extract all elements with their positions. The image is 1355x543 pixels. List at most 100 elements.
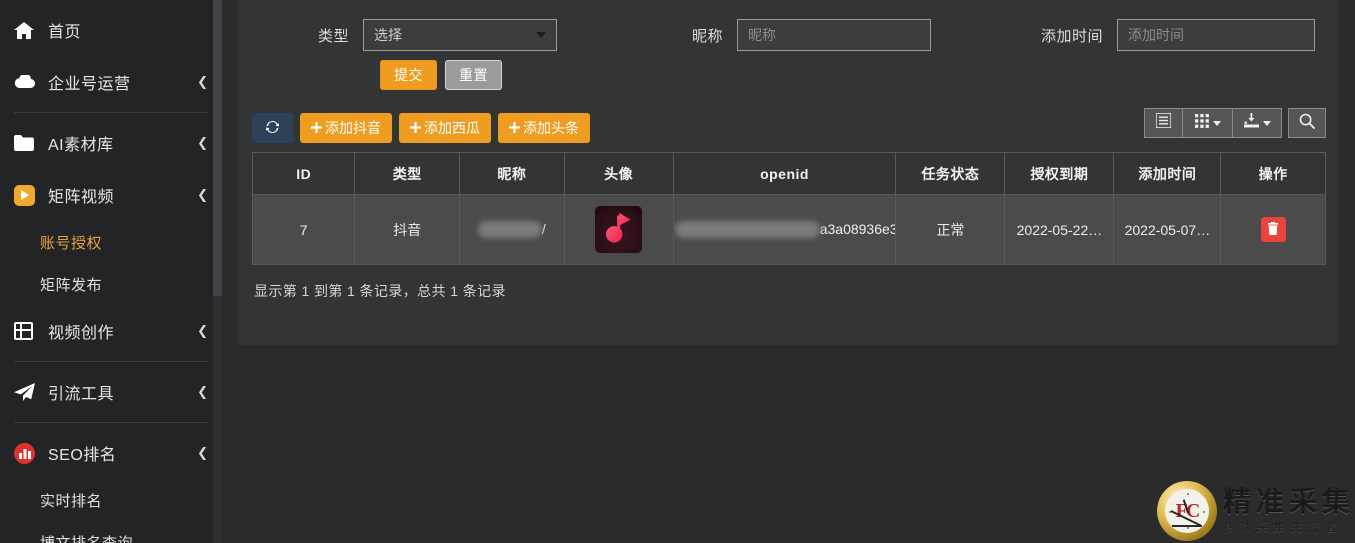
refresh-icon [265,120,280,137]
sidebar-item-label: AI素材库 [48,137,114,154]
sidebar-item-ai-library[interactable]: AI素材库 ❮ [0,117,222,169]
type-select[interactable]: 选择 [363,19,558,51]
table-toolbar: 添加抖音 添加西瓜 添加头条 [252,108,1326,148]
table-wrapper: ID 类型 昵称 头像 openid 任务状态 授权到期 添加时间 操作 7 抖… [251,152,1326,301]
delete-button[interactable] [1260,217,1286,242]
sidebar-subitem-label: 矩阵发布 [40,276,103,294]
watermark-logo-text: FC [1175,499,1201,522]
watermark: FC 精准采集 移动采集先行者 [1156,481,1355,541]
col-add-time: 添加时间 [1113,152,1222,195]
sidebar-divider [14,361,208,362]
sidebar-item-realtime-ranking[interactable]: 实时排名 [0,479,222,521]
clock-hand-long [1170,510,1202,527]
chevron-left-icon: ❮ [197,135,208,151]
add-douyin-button[interactable]: 添加抖音 [300,113,392,143]
sidebar-divider [14,112,208,113]
add-douyin-label: 添加抖音 [325,120,381,136]
clock-face: FC [1164,489,1209,533]
plus-icon [509,120,520,136]
sidebar-item-traffic-tools[interactable]: 引流工具 ❮ [0,366,222,418]
chevron-left-icon: ❮ [197,74,208,90]
filter-bar: 类型 选择 昵称 昵称 添加时间 添加时间 [238,0,1338,56]
sidebar-item-home[interactable]: 首页 [0,4,222,56]
sidebar: 首页 企业号运营 ❮ AI素材库 ❮ 矩阵视频 ❮ 账号授权 矩阵发布 视频创作… [0,0,222,543]
cell-id: 7 [251,194,356,265]
cell-type: 抖音 [354,194,461,265]
col-type: 类型 [354,152,461,195]
filter-type-label: 类型 [318,27,350,45]
trash-icon [1267,221,1279,238]
sidebar-subitem-label: 实时排名 [40,492,103,510]
refresh-button[interactable] [252,113,293,143]
cell-task-status: 正常 [895,194,1006,265]
clock-ticks [1168,492,1206,530]
sidebar-item-matrix-publish[interactable]: 矩阵发布 [0,263,222,305]
filter-addtime-group: 添加时间 添加时间 [1041,19,1316,51]
export-button[interactable] [1232,108,1282,138]
sidebar-scrollbar-thumb[interactable] [213,0,222,296]
type-select-value: 选择 [374,27,403,43]
content-panel: 类型 选择 昵称 昵称 添加时间 添加时间 提交 重置 添加抖音 添加西瓜 添加… [238,0,1338,345]
sidebar-item-label: SEO排名 [48,447,117,464]
chevron-down-icon [1262,120,1271,126]
filter-nickname-group: 昵称 昵称 [692,19,932,51]
columns-button[interactable] [1182,108,1232,138]
play-badge-icon [14,184,40,206]
watermark-text: 精准采集 移动采集先行者 [1223,487,1355,534]
openid-visible: a3a08936e39 [819,220,895,237]
add-xigua-button[interactable]: 添加西瓜 [399,113,491,143]
watermark-title: 精准采集 [1222,485,1355,519]
reset-button[interactable]: 重置 [445,60,502,90]
add-xigua-label: 添加西瓜 [424,120,480,136]
nickname-input[interactable]: 昵称 [737,19,932,51]
submit-button[interactable]: 提交 [380,60,437,90]
sidebar-item-video-creation[interactable]: 视频创作 ❮ [0,305,222,357]
search-button[interactable] [1288,108,1326,138]
cell-avatar [563,194,674,265]
sidebar-scrollbar-track[interactable] [213,0,222,543]
toolbar-right [1144,108,1326,138]
col-action: 操作 [1220,152,1326,195]
sidebar-item-label: 视频创作 [48,325,115,342]
sidebar-item-account-auth[interactable]: 账号授权 [0,221,222,263]
col-task-status: 任务状态 [895,152,1006,195]
add-toutiao-button[interactable]: 添加头条 [498,113,590,143]
filter-buttons: 提交 重置 [380,60,1338,90]
cell-openid: a3a08936e39 [672,194,897,265]
addtime-input[interactable]: 添加时间 [1117,19,1316,51]
accounts-table: ID 类型 昵称 头像 openid 任务状态 授权到期 添加时间 操作 7 抖… [251,152,1326,265]
sidebar-item-label: 企业号运营 [48,76,131,93]
table-footer-info: 显示第 1 到第 1 条记录，总共 1 条记录 [254,283,506,299]
sidebar-item-matrix-video[interactable]: 矩阵视频 ❮ [0,169,222,221]
col-auth-expire: 授权到期 [1004,152,1115,195]
list-view-button[interactable] [1144,108,1182,138]
plus-icon [410,120,421,136]
home-icon [14,20,40,40]
col-openid: openid [672,152,897,195]
filter-type-group: 类型 选择 [318,19,558,51]
chart-badge-icon [14,442,40,464]
table-row[interactable]: 7 抖音 / a3a08936e 正常 2022-05-22… 2022-05-… [251,194,1326,265]
filter-nickname-label: 昵称 [692,27,724,45]
col-avatar: 头像 [563,152,674,195]
sidebar-item-enterprise[interactable]: 企业号运营 ❮ [0,56,222,108]
sidebar-item-seo-ranking[interactable]: SEO排名 ❮ [0,427,222,479]
music-note-icon [605,213,632,246]
chevron-left-icon: ❮ [197,384,208,400]
cell-action [1220,194,1326,265]
add-toutiao-label: 添加头条 [523,120,579,136]
list-icon [1155,112,1172,133]
col-nickname: 昵称 [459,152,565,195]
watermark-clock-logo: FC [1156,481,1217,541]
chevron-down-icon [536,32,547,38]
sidebar-subitem-label: 博文排名查询 [40,534,134,543]
cloud-icon [14,72,40,92]
redacted-nickname [477,221,542,239]
cell-auth-expire: 2022-05-22… [1004,194,1115,265]
cell-add-time: 2022-05-07… [1113,194,1222,265]
chevron-left-icon: ❮ [197,323,208,339]
grid-icon [1194,113,1209,133]
redacted-openid [674,221,820,239]
sidebar-item-post-ranking-query[interactable]: 博文排名查询 [0,521,222,543]
clock-hand-short [1182,499,1189,514]
